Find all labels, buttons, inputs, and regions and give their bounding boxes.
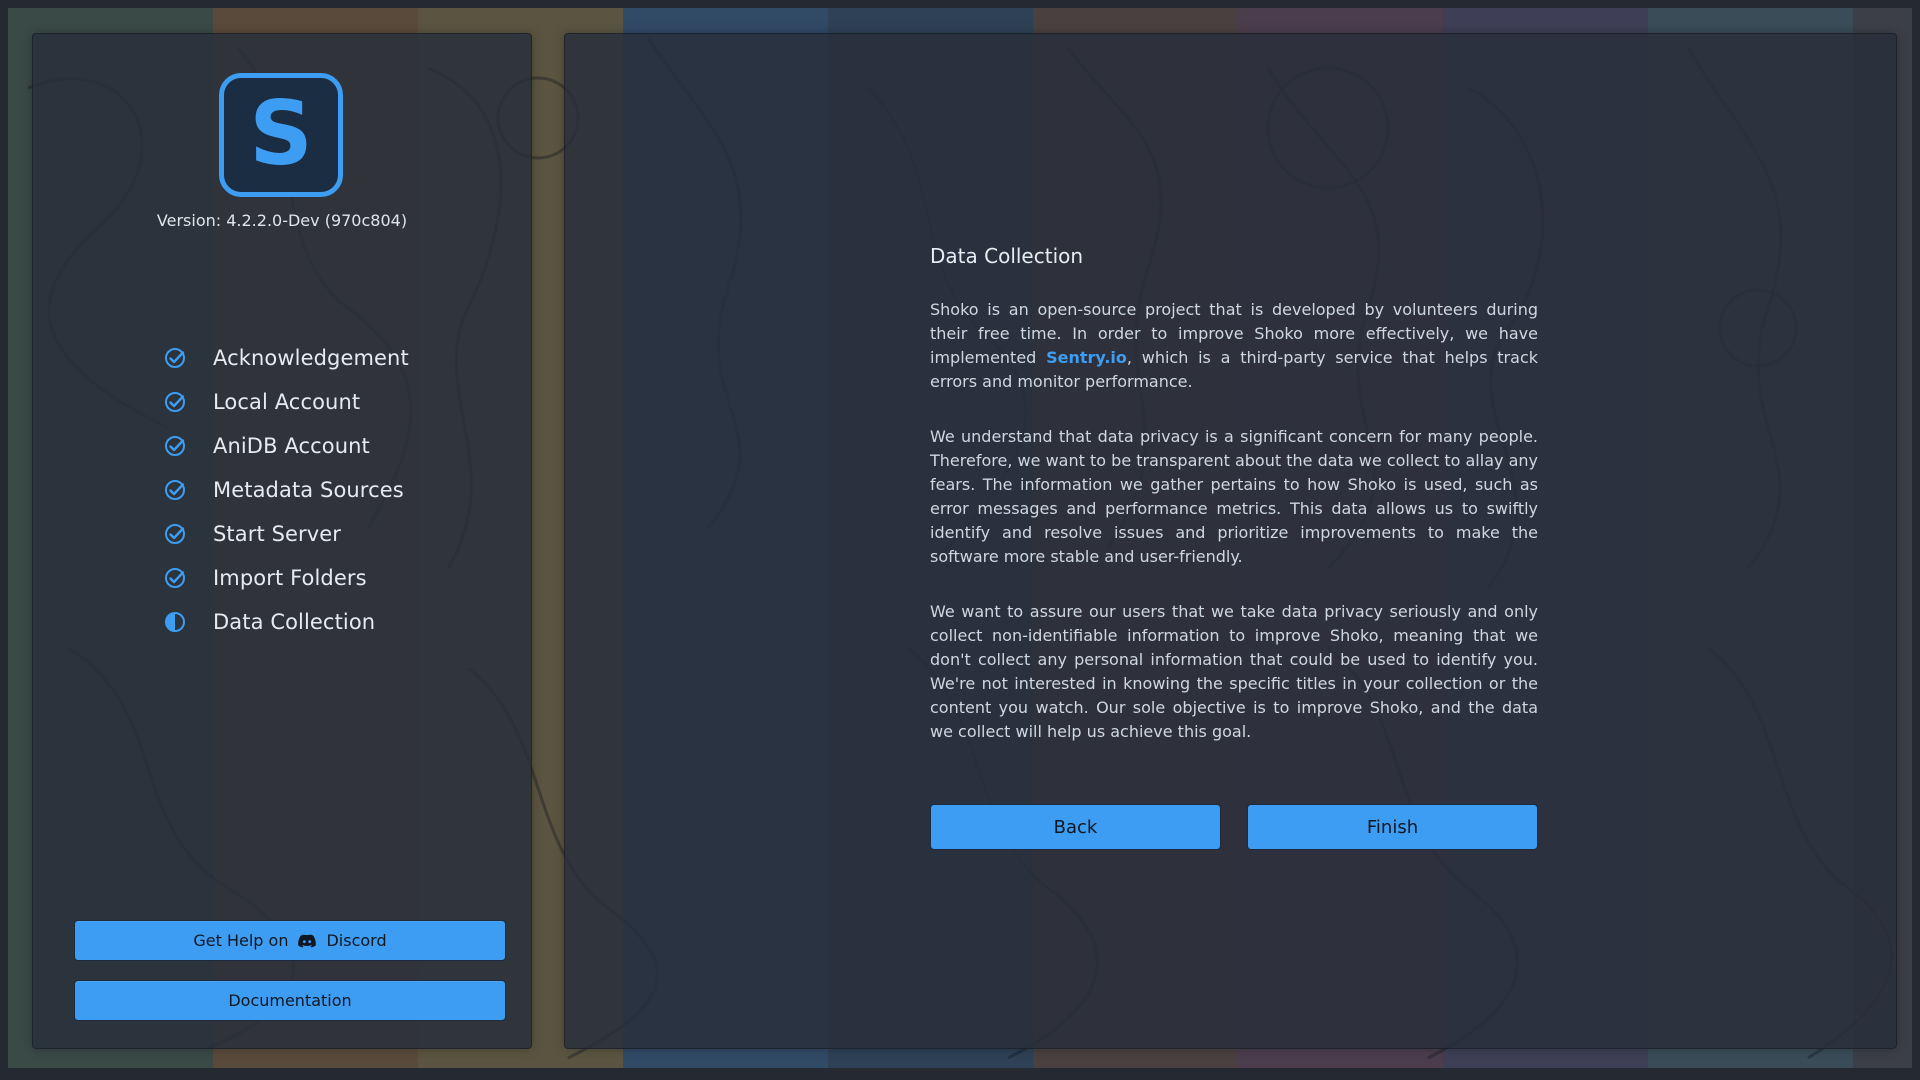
half-circle-icon [163,610,187,634]
step-data-collection[interactable]: Data Collection [163,600,409,644]
check-circle-icon [163,566,187,590]
data-collection-content: Data Collection Shoko is an open-source … [930,244,1538,775]
step-label: AniDB Account [213,434,370,458]
paragraph-sentry: Shoko is an open-source project that is … [930,298,1538,394]
sidebar-panel: S Version: 4.2.2.0-Dev (970c804) Acknowl… [32,33,532,1049]
shoko-s-logo-icon: S [249,87,313,183]
step-label: Acknowledgement [213,346,409,370]
shoko-logo: S [219,73,343,197]
sentry-link[interactable]: Sentry.io [1046,348,1127,367]
step-metadata-sources[interactable]: Metadata Sources [163,468,409,512]
step-acknowledgement[interactable]: Acknowledgement [163,336,409,380]
back-button[interactable]: Back [930,804,1221,850]
check-circle-icon [163,434,187,458]
check-circle-icon [163,346,187,370]
help-service-label: Discord [326,931,387,950]
paragraph-assurance: We want to assure our users that we take… [930,602,1538,741]
page-title: Data Collection [930,244,1084,268]
wizard-actions: Back Finish [930,804,1538,850]
step-label: Import Folders [213,566,367,590]
get-help-discord-button[interactable]: Get Help on Discord [74,920,506,961]
documentation-button[interactable]: Documentation [74,980,506,1021]
finish-button[interactable]: Finish [1247,804,1538,850]
app-window: S Version: 4.2.2.0-Dev (970c804) Acknowl… [8,8,1912,1068]
help-prefix-label: Get Help on [193,931,289,950]
step-start-server[interactable]: Start Server [163,512,409,556]
step-import-folders[interactable]: Import Folders [163,556,409,600]
check-circle-icon [163,478,187,502]
check-circle-icon [163,390,187,414]
step-label: Data Collection [213,610,376,634]
version-label: Version: 4.2.2.0-Dev (970c804) [156,211,408,230]
svg-text:S: S [249,87,313,183]
paragraph-privacy: We understand that data privacy is a sig… [930,427,1538,566]
step-local-account[interactable]: Local Account [163,380,409,424]
check-circle-icon [163,522,187,546]
step-label: Start Server [213,522,342,546]
step-label: Local Account [213,390,361,414]
step-label: Metadata Sources [213,478,404,502]
step-anidb-account[interactable]: AniDB Account [163,424,409,468]
setup-steps-list: Acknowledgement Local Account AniDB Acco… [163,336,409,644]
discord-icon [297,931,317,951]
